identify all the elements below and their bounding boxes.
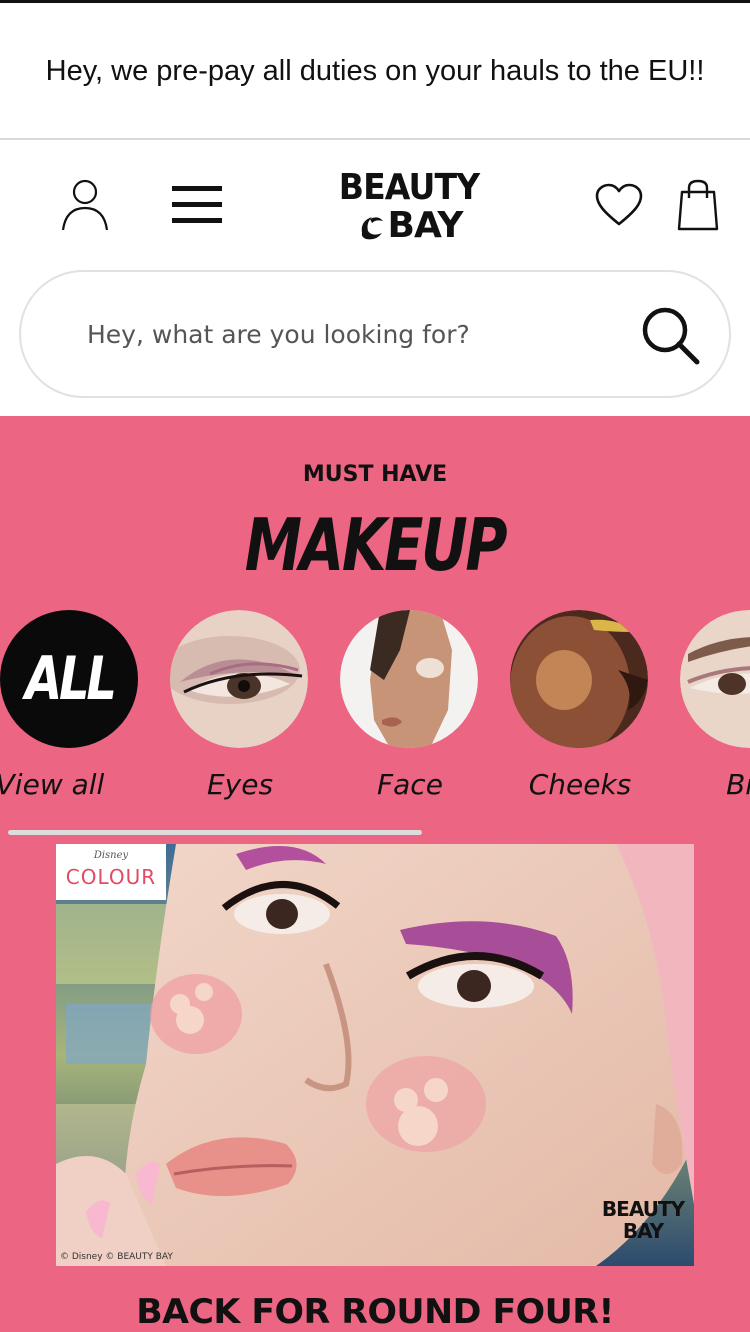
- promo-headline: BACK FOR ROUND FOUR!: [136, 1292, 614, 1332]
- makeup-promo-section: MUST HAVE MAKEUP ALL View all Eyes Face …: [0, 416, 750, 1332]
- category-label: Cheeks: [528, 768, 632, 801]
- category-label: View all: [0, 768, 105, 801]
- category-label: Eyes: [206, 768, 274, 801]
- disney-wordmark: Disney: [93, 850, 129, 861]
- beauty-bay-logo[interactable]: BEAUTY BAY: [328, 170, 490, 248]
- heart-icon[interactable]: [594, 182, 644, 228]
- section-headline: MAKEUP: [244, 503, 508, 587]
- site-header: BEAUTY BAY: [0, 142, 750, 270]
- banana-icon: [361, 217, 383, 240]
- category-image-all: ALL: [0, 610, 138, 748]
- brows-thumbnail: [680, 610, 750, 748]
- category-brows[interactable]: Bro: [680, 610, 750, 801]
- colour-wordmark: COLOUR: [65, 865, 157, 889]
- hero-beauty-bay-logo: BEAUTY BAY: [601, 1197, 685, 1243]
- logo-text-bay: BAY: [387, 205, 464, 246]
- search-input[interactable]: [87, 308, 627, 360]
- face-thumbnail: [340, 610, 478, 748]
- category-eyes[interactable]: Eyes: [170, 610, 310, 801]
- disney-colour-logo: Disney COLOUR: [56, 844, 166, 900]
- section-eyebrow: MUST HAVE: [302, 462, 448, 487]
- search-bar: [19, 270, 731, 398]
- category-scroll-indicator[interactable]: [8, 830, 422, 835]
- category-view-all[interactable]: ALL View all: [0, 610, 140, 801]
- bag-icon[interactable]: [676, 178, 720, 232]
- search-icon[interactable]: [639, 304, 703, 368]
- category-cheeks[interactable]: Cheeks: [510, 610, 650, 801]
- menu-icon[interactable]: [170, 184, 224, 226]
- banner-text: Hey, we pre-pay all duties on your hauls…: [45, 54, 705, 87]
- eyes-thumbnail: [170, 610, 308, 748]
- user-icon[interactable]: [60, 178, 110, 232]
- announcement-banner[interactable]: Hey, we pre-pay all duties on your hauls…: [0, 3, 750, 140]
- hero-banner-image[interactable]: Disney COLOUR © Disney © BEAUTY BAY BEAU…: [56, 844, 694, 1266]
- category-face[interactable]: Face: [340, 610, 480, 801]
- image-credit: © Disney © BEAUTY BAY: [60, 1252, 173, 1262]
- category-label: Face: [377, 768, 443, 801]
- category-label: Bro: [726, 768, 750, 801]
- logo-text-beauty: BEAUTY: [338, 167, 480, 208]
- cheeks-thumbnail: [510, 610, 648, 748]
